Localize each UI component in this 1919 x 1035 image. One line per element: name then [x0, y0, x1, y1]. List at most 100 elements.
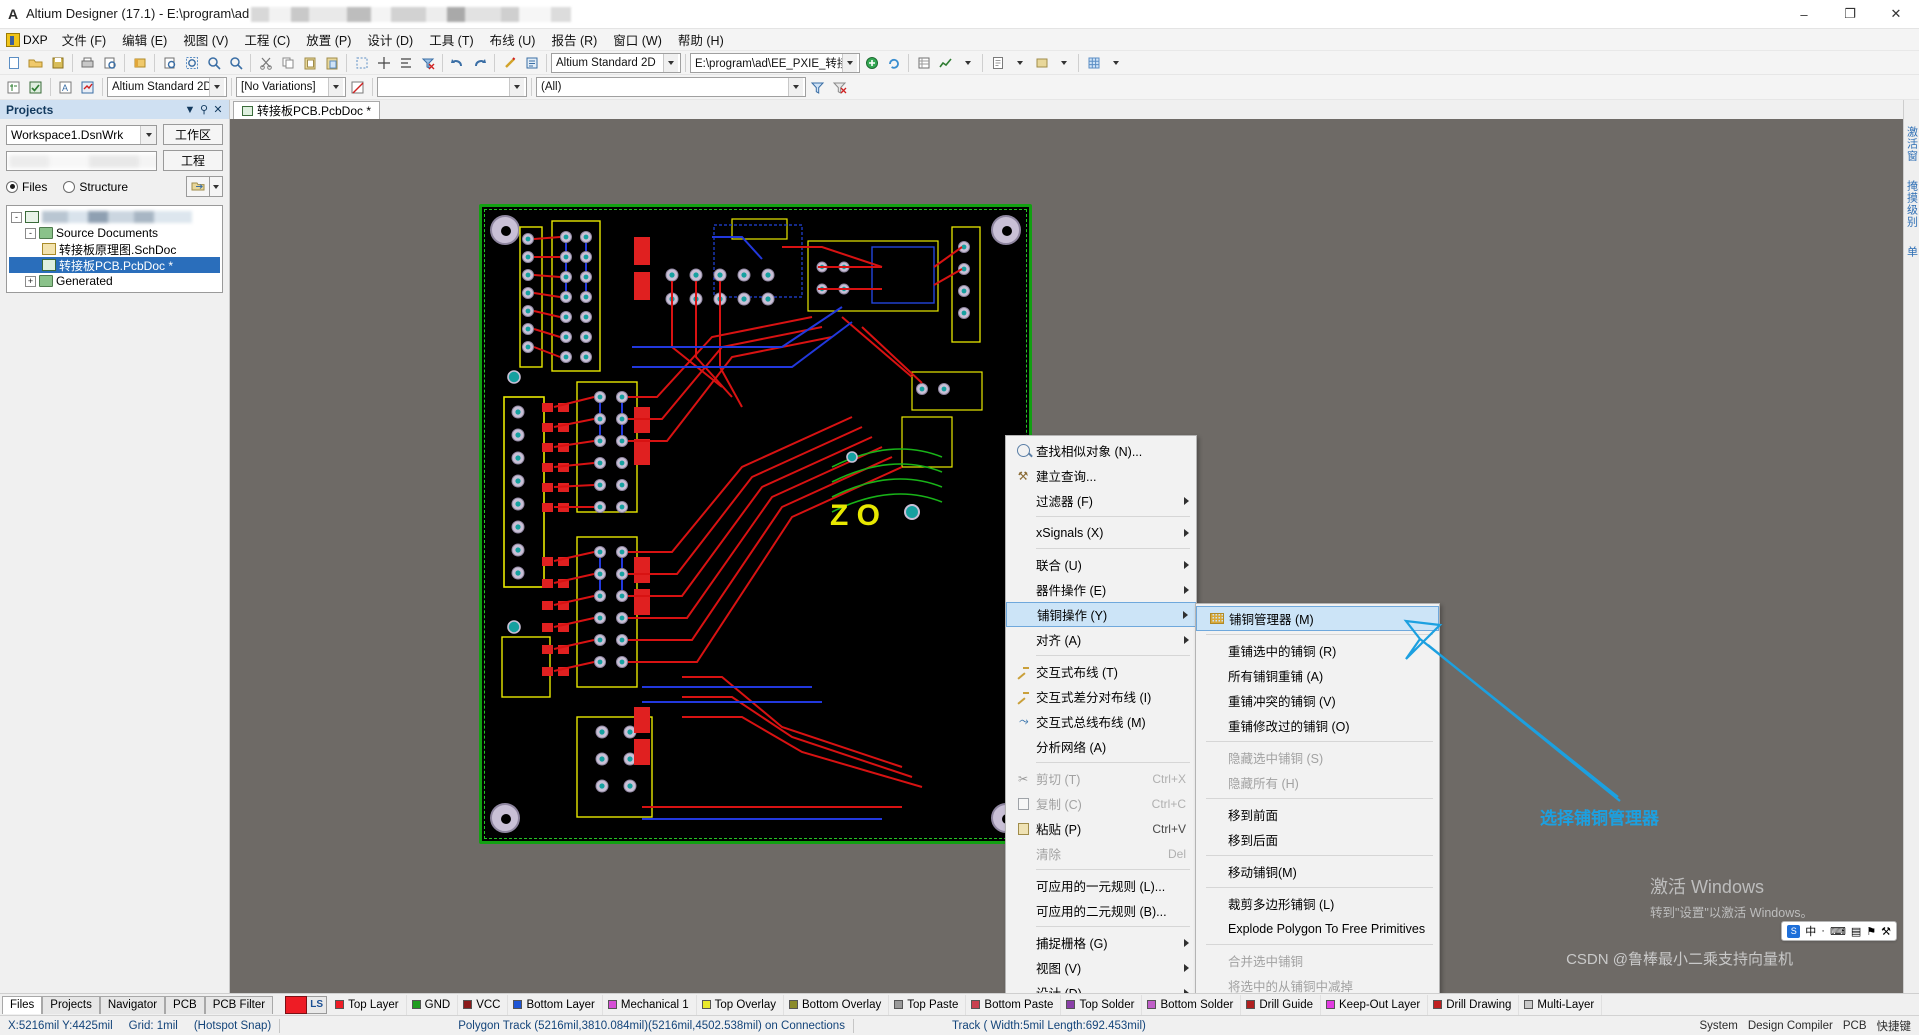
menu-edit[interactable]: 编辑 (E) — [114, 28, 175, 51]
layer-tab-bottom-overlay[interactable]: Bottom Overlay — [784, 994, 890, 1015]
menu-reports[interactable]: 报告 (R) — [543, 28, 605, 51]
filter-field-combo[interactable] — [377, 77, 527, 97]
open-project-chevron-down-icon[interactable] — [210, 176, 223, 197]
ctx-design[interactable]: 设计 (D) — [1006, 980, 1196, 993]
variations-chevron-down-icon[interactable] — [328, 78, 343, 96]
ime-mode-label[interactable]: 中 — [1805, 923, 1816, 939]
sub-move-to-front[interactable]: 移到前面 — [1196, 802, 1439, 827]
filter-all-chevron-down-icon[interactable] — [788, 78, 803, 96]
project-tree[interactable]: - - Source Documents 转接板原理图.SchDoc 转接板PC… — [6, 205, 223, 293]
layer-tab-top-solder[interactable]: Top Solder — [1061, 994, 1143, 1015]
polygon-actions-submenu[interactable]: 铺铜管理器 (M) 重铺选中的铺铜 (R) 所有铺铜重铺 (A) 重铺冲突的铺铜… — [1195, 603, 1440, 993]
ctx-snap-grid[interactable]: 捕捉栅格 (G) — [1006, 930, 1196, 955]
ime-keyboard-icon[interactable]: ⌨ — [1830, 925, 1846, 938]
workspace-chevron-down-icon[interactable] — [140, 125, 156, 144]
project-path-chevron-down-icon[interactable] — [842, 53, 857, 72]
open-document-icon[interactable] — [25, 52, 46, 73]
menu-place[interactable]: 放置 (P) — [298, 28, 359, 51]
bom-icon[interactable] — [913, 52, 934, 73]
panel-tab-files[interactable]: Files — [2, 995, 43, 1014]
grid-chevron-icon[interactable] — [1105, 52, 1126, 73]
workspace-button[interactable]: 工作区 — [163, 124, 223, 145]
paste-icon[interactable] — [299, 52, 320, 73]
layer-tab-keep-out-layer[interactable]: Keep-Out Layer — [1321, 994, 1429, 1015]
ctx-differential-pair-routing[interactable]: 交互式差分对布线 (I) — [1006, 684, 1196, 709]
update-pcb-icon[interactable] — [77, 77, 98, 98]
browse-icon[interactable] — [521, 52, 542, 73]
ctx-interactive-routing[interactable]: 交互式布线 (T) — [1006, 659, 1196, 684]
menu-view[interactable]: 视图 (V) — [175, 28, 236, 51]
compile-icon[interactable] — [25, 77, 46, 98]
ctx-component-actions[interactable]: 器件操作 (E) — [1006, 577, 1196, 602]
sub-slice-polygon[interactable]: 裁剪多边形铺铜 (L) — [1196, 891, 1439, 916]
wand-icon[interactable] — [499, 52, 520, 73]
menu-window[interactable]: 窗口 (W) — [605, 28, 670, 51]
view-config-combo[interactable]: Altium Standard 2D — [551, 52, 681, 73]
sub-explode-polygon[interactable]: Explode Polygon To Free Primitives — [1196, 916, 1439, 941]
minimize-button[interactable]: – — [1781, 0, 1827, 29]
standard-2d-chevron-down-icon[interactable] — [209, 78, 224, 96]
sub-repour-all[interactable]: 所有铺铜重铺 (A) — [1196, 663, 1439, 688]
layer-tab-drill-drawing[interactable]: Drill Drawing — [1428, 994, 1520, 1015]
maximize-button[interactable]: ❐ — [1827, 0, 1873, 29]
panel-tab-navigator[interactable]: Navigator — [99, 995, 166, 1014]
open-project-icon[interactable] — [186, 176, 210, 197]
filter-all-combo[interactable]: (All) — [536, 77, 806, 97]
project-button[interactable]: 工程 — [163, 150, 223, 171]
apply-filter-icon[interactable] — [807, 77, 828, 98]
report-icon[interactable] — [987, 52, 1008, 73]
ctx-unary-rules[interactable]: 可应用的一元规则 (L)... — [1006, 873, 1196, 898]
new-document-icon[interactable] — [3, 52, 24, 73]
menu-project[interactable]: 工程 (C) — [236, 28, 298, 51]
output-chevron-icon[interactable] — [1053, 52, 1074, 73]
layer-tab-bottom-layer[interactable]: Bottom Layer — [508, 994, 603, 1015]
menu-file[interactable]: 文件 (F) — [54, 28, 114, 51]
rdock-item-2[interactable]: 单 — [1904, 246, 1919, 258]
open-device-view-icon[interactable] — [129, 52, 150, 73]
status-design-compiler-button[interactable]: Design Compiler — [1748, 1020, 1833, 1032]
filter-field-chevron-down-icon[interactable] — [509, 78, 524, 96]
layer-set-selector[interactable]: LS — [285, 995, 328, 1014]
layer-set-label[interactable]: LS — [307, 995, 328, 1014]
ime-toolbar[interactable]: S 中 · ⌨ ▤ ⚑ ⚒ — [1781, 921, 1897, 941]
ctx-bus-routing[interactable]: ⤳ 交互式总线布线 (M) — [1006, 709, 1196, 734]
zoom-filter-icon[interactable] — [225, 52, 246, 73]
context-menu[interactable]: 查找相似对象 (N)... ⚒ 建立查询... 过滤器 (F) xSignals… — [1005, 435, 1197, 993]
panel-tab-pcb-filter[interactable]: PCB Filter — [204, 995, 274, 1014]
sub-move-to-back[interactable]: 移到后面 — [1196, 827, 1439, 852]
ctx-union[interactable]: 联合 (U) — [1006, 552, 1196, 577]
layer-tab-top-paste[interactable]: Top Paste — [889, 994, 967, 1015]
project-name-input[interactable] — [6, 150, 157, 171]
radio-files[interactable]: Files — [6, 180, 47, 194]
zoom-document-icon[interactable] — [159, 52, 180, 73]
sub-repour-violating[interactable]: 重铺冲突的铺铜 (V) — [1196, 688, 1439, 713]
layer-tab-top-layer[interactable]: Top Layer — [330, 994, 407, 1015]
vault-icon[interactable] — [861, 52, 882, 73]
panel-dropdown-icon[interactable]: ▼ — [183, 104, 197, 116]
ime-panel-icon[interactable]: ▤ — [1851, 925, 1861, 938]
ctx-paste[interactable]: 粘贴 (P) Ctrl+V — [1006, 816, 1196, 841]
copy-icon[interactable] — [277, 52, 298, 73]
output-icon[interactable] — [1031, 52, 1052, 73]
zoom-selected-icon[interactable] — [203, 52, 224, 73]
workspace-select[interactable]: Workspace1.DsnWrk — [6, 124, 157, 145]
schematic-doc-icon[interactable] — [3, 77, 24, 98]
tree-node-source-documents[interactable]: - Source Documents — [9, 225, 220, 241]
sub-polygon-manager[interactable]: 铺铜管理器 (M) — [1196, 606, 1439, 631]
pcb-canvas[interactable]: Z O 选择铺铜管理器 查找相似对象 (N)... ⚒ 建立查询... 过滤器 … — [230, 119, 1903, 993]
sub-repour-selected[interactable]: 重铺选中的铺铜 (R) — [1196, 638, 1439, 663]
close-button[interactable]: ✕ — [1873, 0, 1919, 29]
tree-node-schdoc[interactable]: 转接板原理图.SchDoc — [9, 241, 220, 257]
panel-tab-pcb[interactable]: PCB — [165, 995, 205, 1014]
print-icon[interactable] — [77, 52, 98, 73]
dxp-menu[interactable]: DXP — [4, 32, 54, 47]
menu-tools[interactable]: 工具 (T) — [421, 28, 481, 51]
undo-icon[interactable] — [447, 52, 468, 73]
ime-icon-0[interactable]: · — [1821, 925, 1825, 937]
layer-tab-bottom-paste[interactable]: Bottom Paste — [966, 994, 1062, 1015]
layer-tab-drill-guide[interactable]: Drill Guide — [1241, 994, 1321, 1015]
ime-flag-icon[interactable]: ⚑ — [1866, 925, 1876, 938]
rdock-item-1[interactable]: 掩摸级别 — [1904, 180, 1919, 228]
print-preview-icon[interactable] — [99, 52, 120, 73]
move-icon[interactable] — [373, 52, 394, 73]
